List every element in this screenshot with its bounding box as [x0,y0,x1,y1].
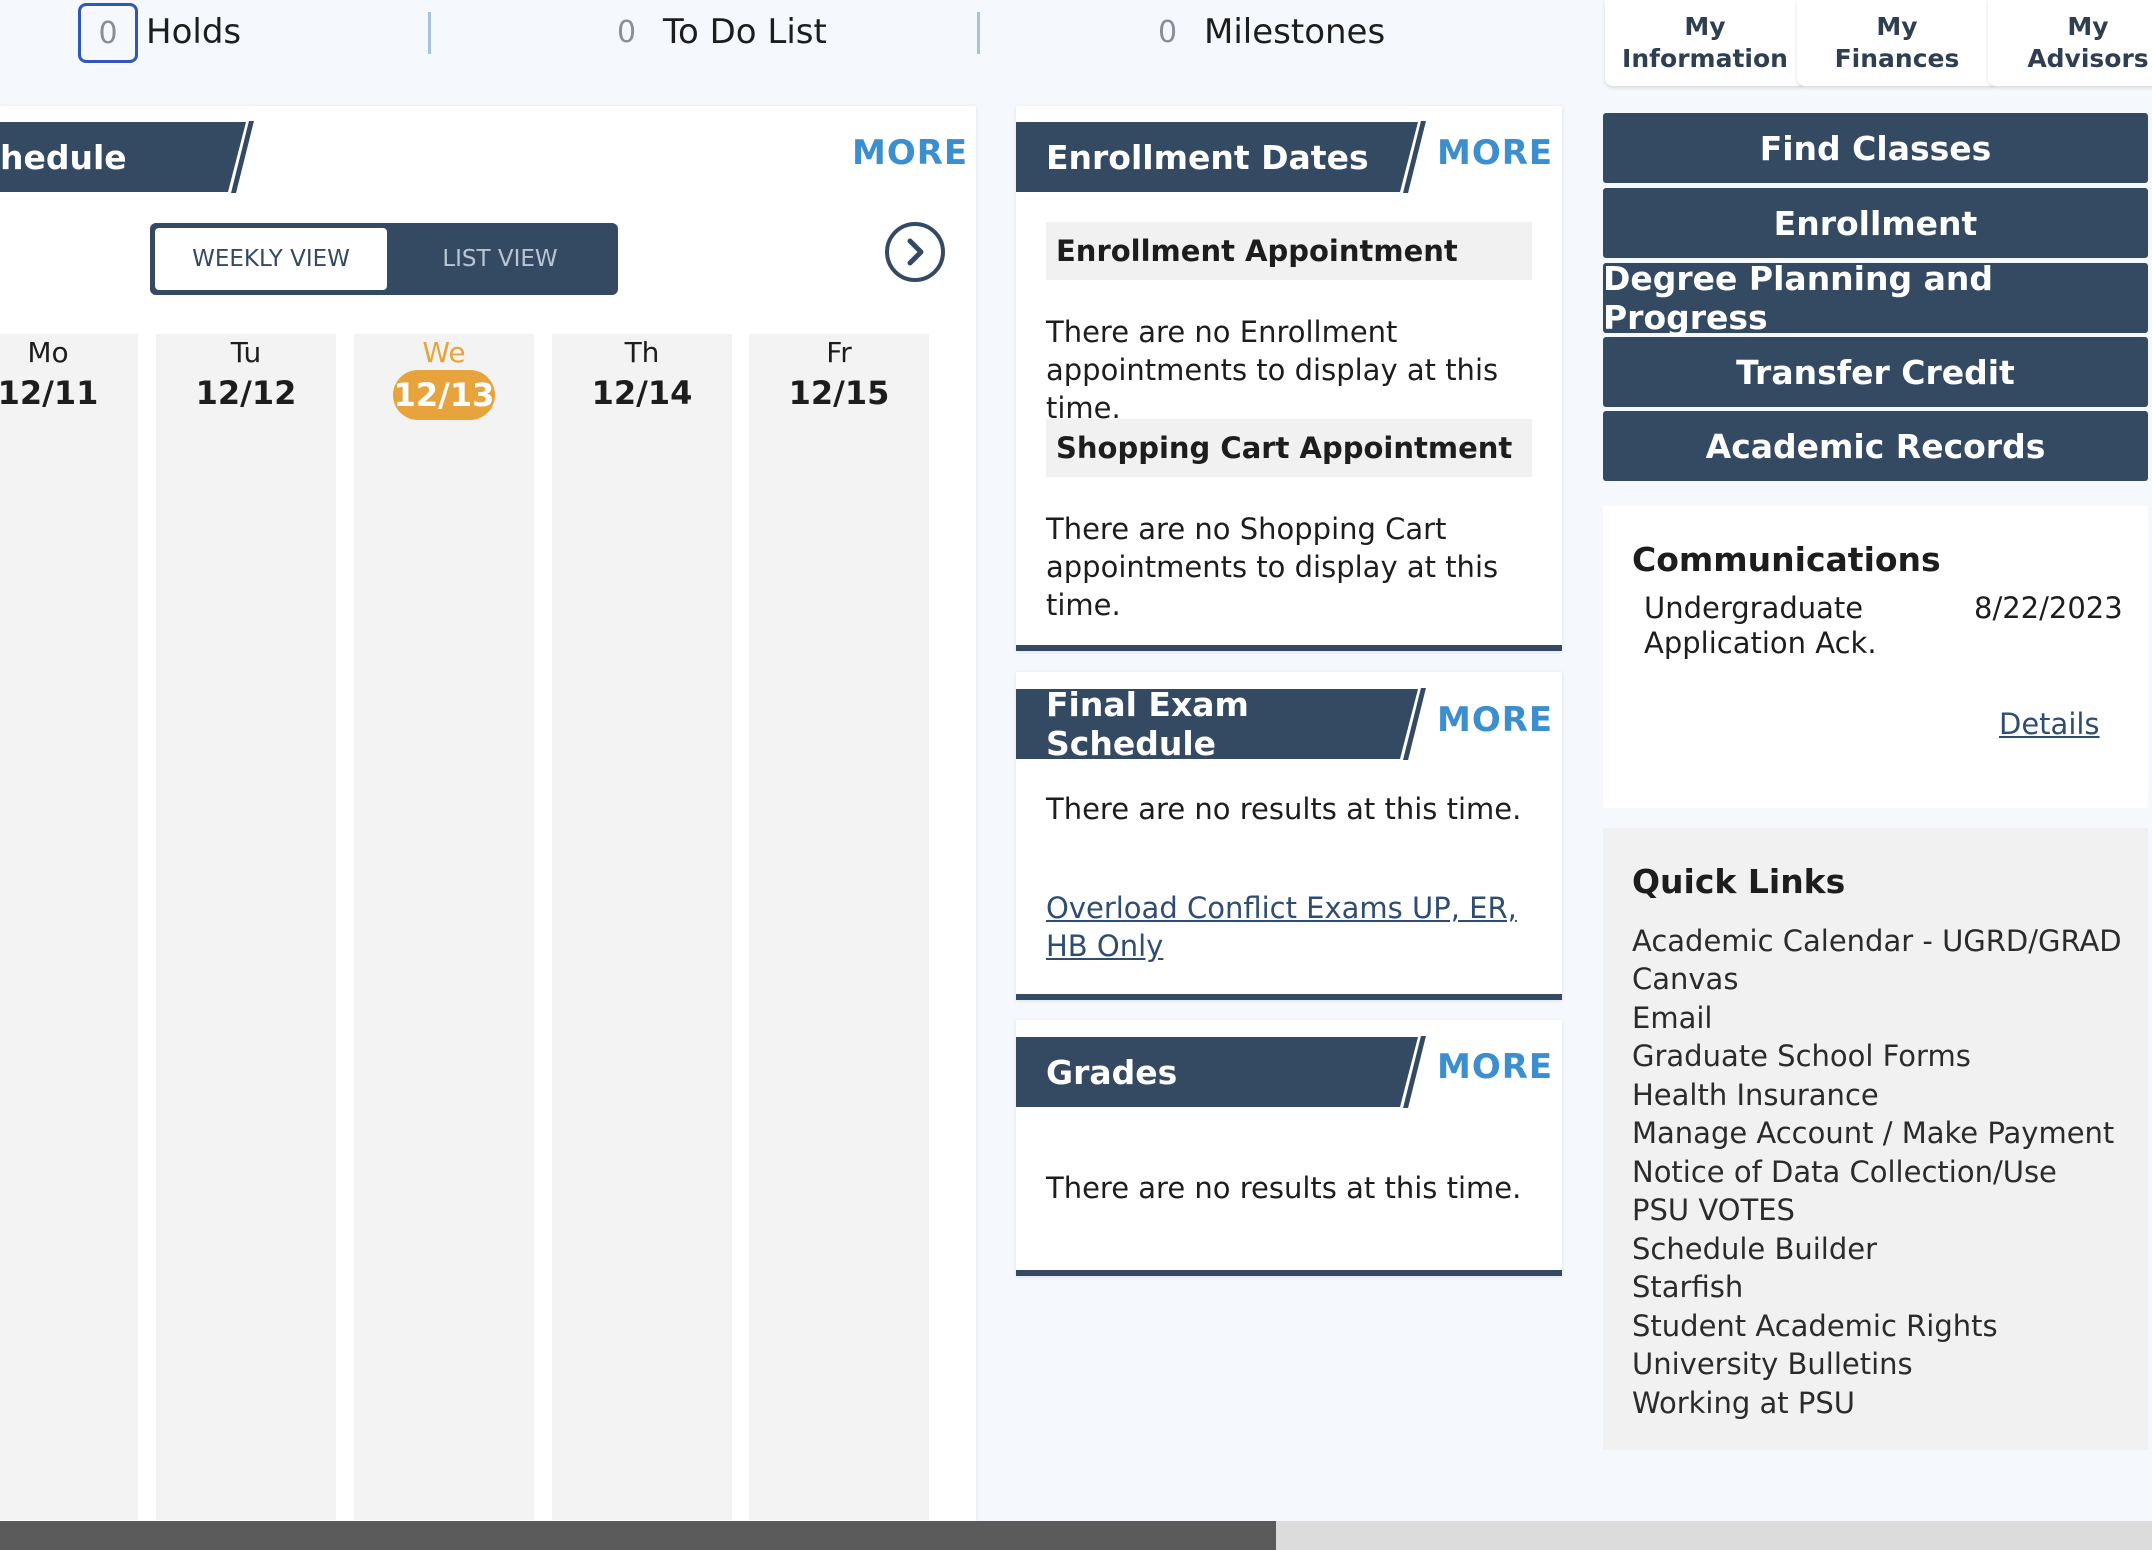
communication-item[interactable]: Undergraduate Application Ack. [1644,591,1914,661]
shopping-cart-appointment-heading: Shopping Cart Appointment [1046,419,1532,477]
enrollment-dates-more-link[interactable]: MORE [1437,133,1553,173]
degree-planning-button[interactable]: Degree Planning and Progress [1603,259,2148,337]
quick-link[interactable]: Canvas [1632,962,1738,996]
quick-link[interactable]: Health Insurance [1632,1078,1879,1112]
find-classes-button[interactable]: Find Classes [1603,113,2148,183]
quick-link[interactable]: University Bulletins [1632,1347,1913,1381]
quick-link[interactable]: Student Academic Rights [1632,1309,1998,1343]
milestones-label[interactable]: Milestones [1204,12,1385,52]
day-name: Mo [27,336,69,369]
quick-link[interactable]: Manage Account / Make Payment [1632,1116,2114,1150]
day-date: 12/12 [195,374,297,412]
next-week-button[interactable] [885,222,945,282]
communication-details-link[interactable]: Details [1999,705,2100,743]
enrollment-appointment-text: There are no Enrollment appointments to … [1046,315,1499,425]
enrollment-button[interactable]: Enrollment [1603,188,2148,258]
quick-link[interactable]: Notice of Data Collection/Use [1632,1155,2057,1189]
enrollment-appointment-heading: Enrollment Appointment [1046,222,1532,280]
quick-link[interactable]: Graduate School Forms [1632,1039,1971,1073]
quick-link[interactable]: Schedule Builder [1632,1232,1877,1266]
transfer-credit-button[interactable]: Transfer Credit [1603,337,2148,407]
status-divider [977,12,980,54]
list-view-button[interactable]: LIST VIEW [387,228,613,290]
communications-title: Communications [1632,540,1941,579]
day-date: 12/15 [788,374,890,412]
today-date-badge: 12/13 [393,370,495,420]
schedule-more-link[interactable]: MORE [852,133,968,173]
todo-count[interactable]: 0 [617,15,636,50]
my-finances-button[interactable]: My Finances [1797,0,1997,86]
quick-links-title: Quick Links [1632,862,1846,901]
quick-link[interactable]: Academic Calendar - UGRD/GRAD [1632,924,2122,958]
todo-label[interactable]: To Do List [663,12,827,52]
day-column-mo[interactable] [0,334,138,1520]
day-column-we[interactable] [354,334,534,1520]
chevron-right-icon [907,238,924,266]
academic-records-button[interactable]: Academic Records [1603,411,2148,481]
final-exam-more-link[interactable]: MORE [1437,700,1553,740]
weekly-view-button[interactable]: WEEKLY VIEW [155,228,387,290]
quick-link[interactable]: Email [1632,1001,1712,1035]
day-name-today: We [422,336,466,369]
final-exam-text: There are no results at this time. [1046,792,1522,826]
day-column-fr[interactable] [749,334,929,1520]
horizontal-scrollbar-thumb[interactable] [0,1521,1276,1550]
day-date: 12/14 [591,374,693,412]
communication-date: 8/22/2023 [1974,591,2123,625]
day-date: 12/11 [0,374,99,412]
day-name: Tu [230,336,262,369]
shopping-cart-appointment-text: There are no Shopping Cart appointments … [1046,512,1499,622]
grades-text: There are no results at this time. [1046,1171,1522,1205]
enrollment-dates-title: Enrollment Dates [1016,122,1418,192]
holds-label[interactable]: Holds [146,12,241,52]
holds-count[interactable]: 0 [78,3,138,63]
milestones-count[interactable]: 0 [1158,15,1177,50]
quick-link[interactable]: Working at PSU [1632,1386,1855,1420]
my-advisors-button[interactable]: My Advisors [1988,0,2152,86]
overload-conflict-exams-link[interactable]: Overload Conflict Exams UP, ER, HB Only [1046,889,1546,965]
my-information-button[interactable]: My Information [1605,0,1805,86]
schedule-title: hedule [0,122,246,192]
day-column-th[interactable] [552,334,732,1520]
day-name: Fr [826,336,852,369]
day-name: Th [624,336,660,369]
quick-link[interactable]: Starfish [1632,1270,1743,1304]
quick-link[interactable]: PSU VOTES [1632,1193,1795,1227]
final-exam-title: Final Exam Schedule [1016,689,1418,759]
grades-title: Grades [1016,1037,1418,1107]
view-toggle: WEEKLY VIEW LIST VIEW [150,223,618,295]
day-column-tu[interactable] [156,334,336,1520]
status-divider [428,12,431,54]
grades-more-link[interactable]: MORE [1437,1047,1553,1087]
